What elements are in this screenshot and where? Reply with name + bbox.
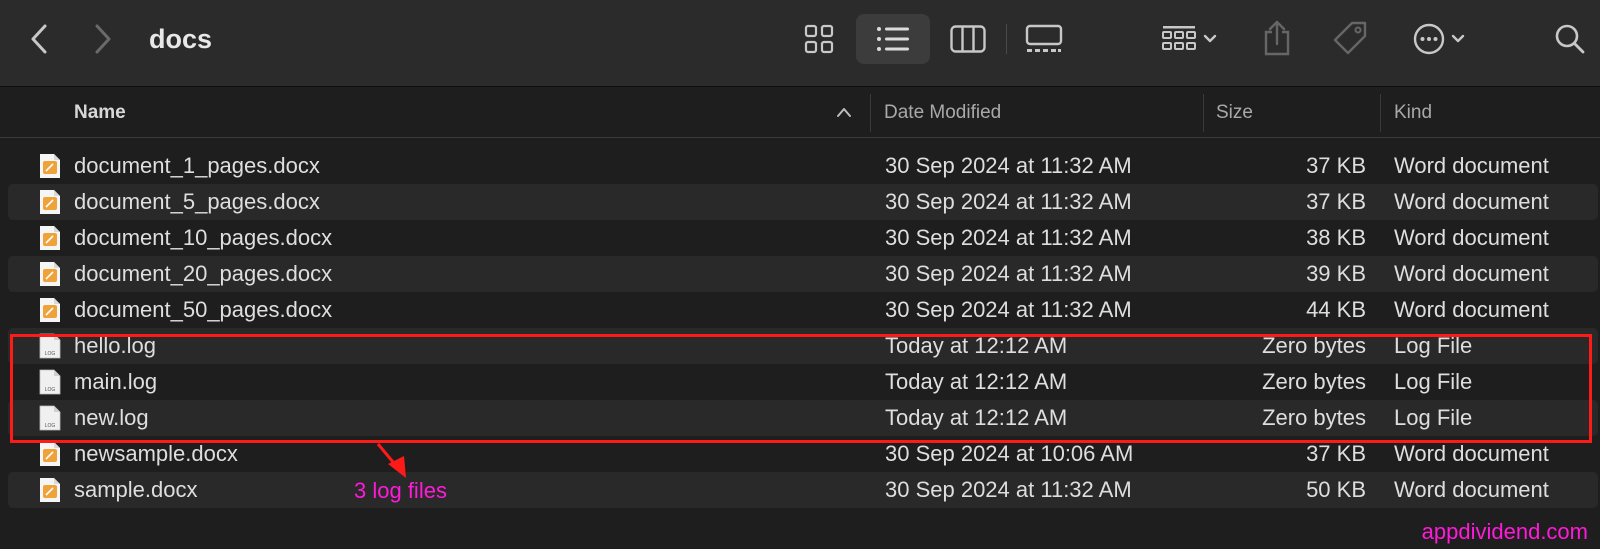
chevron-right-icon: [95, 24, 111, 54]
window-title: docs: [149, 24, 213, 54]
size-column-header[interactable]: Size: [1216, 88, 1253, 138]
back-button[interactable]: [24, 20, 54, 58]
file-size: 50 KB: [1306, 477, 1366, 502]
share-icon: [1264, 20, 1290, 56]
file-date-modified: 30 Sep 2024 at 11:32 AM: [885, 189, 1132, 214]
tag-icon: [1333, 21, 1367, 55]
file-size: 37 KB: [1306, 153, 1366, 178]
file-name: document_50_pages.docx: [74, 297, 333, 322]
file-kind: Word document: [1394, 297, 1549, 322]
word-document-icon: [39, 153, 61, 179]
file-date-modified: 30 Sep 2024 at 11:32 AM: [885, 261, 1132, 286]
file-row[interactable]: sample.docx 30 Sep 2024 at 11:32 AM 50 KB W…: [8, 472, 1598, 508]
column-view-icon: [950, 25, 986, 53]
file-kind: Word document: [1394, 225, 1549, 250]
annotation-label: 3 log files: [354, 478, 447, 503]
word-document-icon: [39, 297, 61, 323]
column-view-button[interactable]: [948, 20, 988, 58]
word-document-icon: [39, 441, 61, 467]
search-button[interactable]: [1552, 20, 1588, 58]
search-icon: [1555, 24, 1585, 54]
file-row[interactable]: document_5_pages.docx 30 Sep 2024 at 11:3…: [8, 184, 1598, 220]
file-name: sample.docx: [74, 477, 198, 502]
icon-view-icon: [804, 24, 834, 54]
column-separator[interactable]: [1380, 94, 1381, 132]
chevron-down-icon: [1203, 34, 1217, 43]
file-name: document_1_pages.docx: [74, 153, 320, 178]
word-document-icon: [39, 261, 61, 287]
file-size: 37 KB: [1306, 189, 1366, 214]
gallery-view-icon: [1025, 24, 1063, 52]
word-document-icon: [39, 225, 61, 251]
file-name: document_10_pages.docx: [74, 225, 333, 250]
file-name: document_5_pages.docx: [74, 189, 320, 214]
group-icon: [1162, 26, 1196, 50]
finder-toolbar: docs: [0, 0, 1600, 87]
sort-ascending-icon: [837, 108, 851, 117]
share-button[interactable]: [1260, 18, 1294, 58]
watermark: appdividend.com: [1421, 519, 1588, 544]
column-header: Name Date Modified Size Kind: [0, 88, 1600, 138]
file-date-modified: 30 Sep 2024 at 11:32 AM: [885, 297, 1132, 322]
file-kind: Word document: [1394, 477, 1549, 502]
annotation-arrow-icon: [376, 443, 406, 478]
forward-button[interactable]: [88, 20, 118, 58]
word-document-icon: [39, 477, 61, 503]
more-icon: [1413, 23, 1445, 55]
file-date-modified: 30 Sep 2024 at 11:32 AM: [885, 225, 1132, 250]
file-kind: Word document: [1394, 261, 1549, 286]
column-separator[interactable]: [870, 94, 871, 132]
toolbar-divider: [1006, 24, 1007, 54]
list-view-button[interactable]: [856, 14, 930, 64]
file-row[interactable]: document_1_pages.docx 30 Sep 2024 at 11:3…: [8, 148, 1598, 184]
word-document-icon: [39, 189, 61, 215]
date-modified-column-header[interactable]: Date Modified: [884, 88, 1001, 138]
kind-column-header[interactable]: Kind: [1394, 88, 1432, 138]
annotation-highlight-box: [10, 334, 1592, 443]
group-button[interactable]: [1154, 20, 1224, 58]
file-size: 39 KB: [1306, 261, 1366, 286]
file-size: 38 KB: [1306, 225, 1366, 250]
icon-view-button[interactable]: [799, 20, 839, 58]
file-size: 44 KB: [1306, 297, 1366, 322]
chevron-down-icon: [1451, 34, 1465, 43]
gallery-view-button[interactable]: [1022, 20, 1066, 58]
file-row[interactable]: document_50_pages.docx 30 Sep 2024 at 11:…: [8, 292, 1598, 328]
file-row[interactable]: document_20_pages.docx 30 Sep 2024 at 11:…: [8, 256, 1598, 292]
file-kind: Word document: [1394, 189, 1549, 214]
file-date-modified: 30 Sep 2024 at 11:32 AM: [885, 477, 1132, 502]
file-row[interactable]: document_10_pages.docx 30 Sep 2024 at 11:…: [8, 220, 1598, 256]
file-date-modified: 30 Sep 2024 at 11:32 AM: [885, 153, 1132, 178]
name-column-header[interactable]: Name: [74, 88, 126, 138]
file-kind: Word document: [1394, 153, 1549, 178]
file-name: document_20_pages.docx: [74, 261, 333, 286]
column-separator[interactable]: [1203, 94, 1204, 132]
chevron-left-icon: [31, 24, 47, 54]
list-view-icon: [877, 27, 909, 51]
more-actions-button[interactable]: [1406, 20, 1472, 58]
tag-button[interactable]: [1330, 18, 1370, 58]
